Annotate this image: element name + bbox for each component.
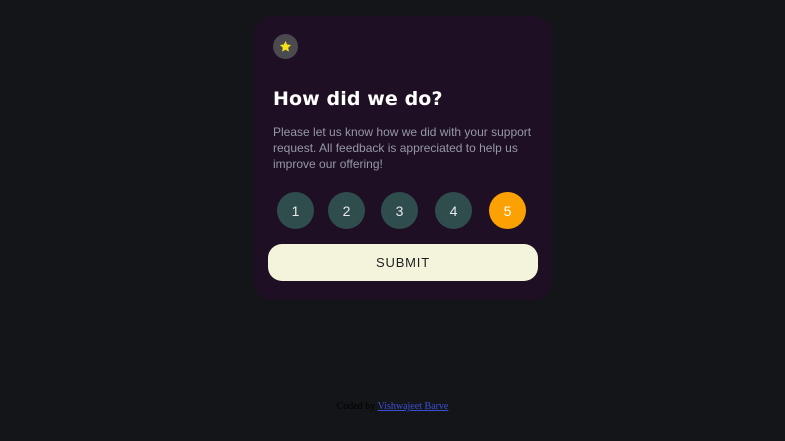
star-badge xyxy=(273,34,298,59)
author-link[interactable]: Vishwajeet Barve xyxy=(378,401,449,412)
card-title: How did we do? xyxy=(273,88,443,110)
attribution-footer: Coded by Vishwajeet Barve xyxy=(0,401,785,412)
card-description: Please let us know how we did with your … xyxy=(273,125,532,171)
star-icon xyxy=(279,40,292,52)
rating-options: 1 2 3 4 5 xyxy=(254,192,552,230)
rating-4-button[interactable]: 4 xyxy=(435,192,472,229)
rating-5-button[interactable]: 5 xyxy=(489,192,526,229)
submit-button[interactable]: SUBMIT xyxy=(268,244,538,281)
rating-2-button[interactable]: 2 xyxy=(328,192,365,229)
attribution-prefix: Coded by xyxy=(336,401,376,412)
rating-3-button[interactable]: 3 xyxy=(381,192,418,229)
rating-card: How did we do? Please let us know how we… xyxy=(254,16,552,300)
rating-1-button[interactable]: 1 xyxy=(277,192,314,229)
